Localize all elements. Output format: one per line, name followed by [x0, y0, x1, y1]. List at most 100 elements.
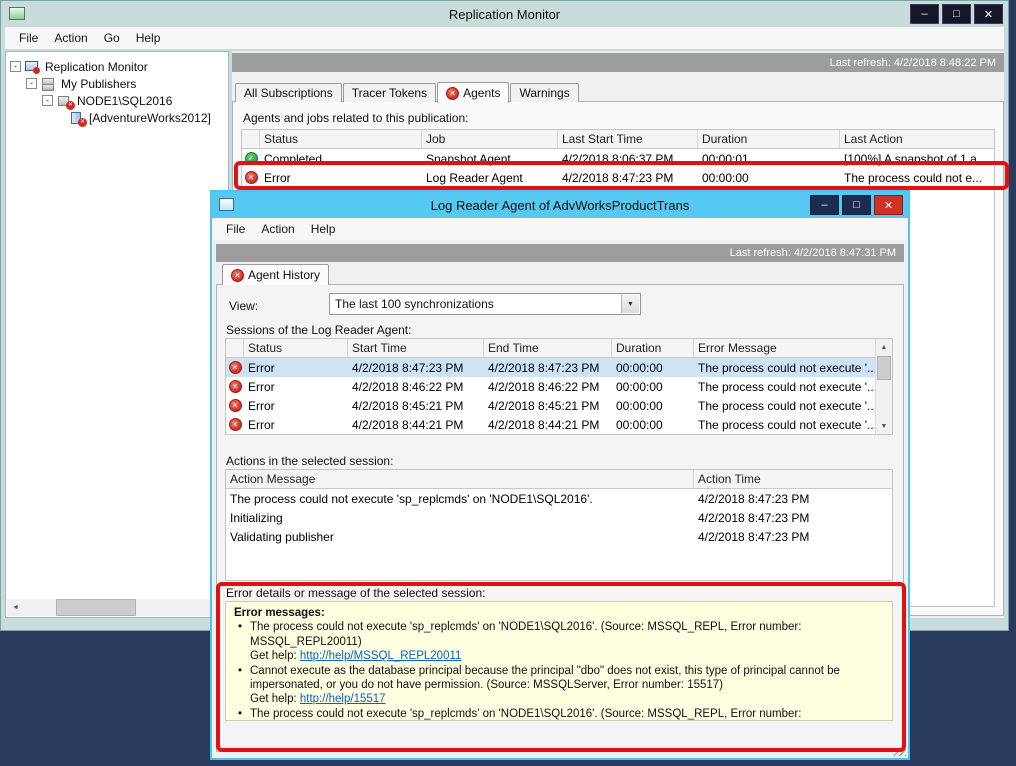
view-combobox-value: The last 100 synchronizations: [335, 297, 494, 311]
cell-error-message: The process could not execute '...: [694, 415, 875, 434]
agent-tabstrip: ✕ Agent History: [222, 263, 329, 284]
tree-expander-icon[interactable]: -: [10, 61, 21, 72]
agent-refresh-bar: Last refresh: 4/2/2018 8:47:31 PM: [216, 244, 904, 262]
column-header-icon[interactable]: [242, 130, 260, 148]
tree-expander-icon[interactable]: -: [42, 95, 53, 106]
error-badge-icon: ✕: [66, 101, 75, 110]
column-header-start-time[interactable]: Start Time: [348, 339, 484, 357]
action-row[interactable]: The process could not execute 'sp_replcm…: [226, 489, 892, 508]
tree-horizontal-scrollbar[interactable]: ◄ ►: [7, 599, 227, 616]
cell-end-time: 4/2/2018 8:47:23 PM: [484, 358, 612, 377]
column-header-action-time[interactable]: Action Time: [694, 470, 892, 488]
agent-row-snapshot[interactable]: ✓ Completed Snapshot Agent 4/2/2018 8:06…: [242, 149, 994, 168]
column-header-action-message[interactable]: Action Message: [226, 470, 694, 488]
cell-action-message: Initializing: [226, 508, 694, 527]
tree-expander-icon[interactable]: -: [26, 78, 37, 89]
help-link[interactable]: http://help/15517: [300, 693, 386, 705]
cell-duration: 00:00:00: [612, 358, 694, 377]
agent-row-log-reader[interactable]: ✕ Error Log Reader Agent 4/2/2018 8:47:2…: [242, 168, 994, 187]
menu-file[interactable]: File: [11, 29, 46, 47]
sessions-vertical-scrollbar[interactable]: ▲ ▼: [875, 339, 892, 434]
maximize-button[interactable]: □: [842, 195, 871, 215]
minimize-button[interactable]: –: [810, 195, 839, 215]
maximize-button[interactable]: □: [942, 4, 971, 24]
scroll-up-icon[interactable]: ▲: [876, 339, 892, 355]
tab-label: Agent History: [248, 268, 320, 282]
publishers-icon: [41, 77, 57, 91]
actions-grid-header: Action Message Action Time: [226, 470, 892, 489]
tree-item-adventureworks2012[interactable]: ✕ [AdventureWorks2012]: [6, 109, 228, 126]
agent-window-icon: [219, 198, 234, 211]
menu-go[interactable]: Go: [96, 29, 128, 47]
agent-window-title: Log Reader Agent of AdvWorksProductTrans: [431, 198, 690, 213]
status-cell-icon: ✓: [242, 149, 260, 168]
menu-action[interactable]: Action: [253, 220, 302, 238]
server-error-icon: ✕: [57, 94, 73, 108]
scrollbar-thumb[interactable]: [56, 599, 136, 616]
cell-duration: 00:00:00: [612, 415, 694, 434]
tab-agent-history[interactable]: ✕ Agent History: [222, 264, 329, 285]
completed-status-icon: ✓: [245, 152, 258, 165]
session-row[interactable]: ✕ Error 4/2/2018 8:45:21 PM 4/2/2018 8:4…: [226, 396, 875, 415]
status-cell-icon: ✕: [226, 358, 244, 377]
column-header-error-message[interactable]: Error Message: [694, 339, 875, 357]
cell-end-time: 4/2/2018 8:46:22 PM: [484, 377, 612, 396]
menu-help[interactable]: Help: [303, 220, 344, 238]
cell-error-message: The process could not execute '...: [694, 377, 875, 396]
help-link[interactable]: http://help/MSSQL_REPL20011: [300, 650, 462, 662]
cell-start-time: 4/2/2018 8:45:21 PM: [348, 396, 484, 415]
chevron-down-icon: ▼: [621, 295, 639, 313]
status-cell-icon: ✕: [226, 396, 244, 415]
error-message-item: • The process could not execute 'sp_repl…: [230, 620, 884, 663]
tree-item-node1-sql2016[interactable]: - ✕ NODE1\SQL2016: [6, 92, 228, 109]
sessions-grid-header: Status Start Time End Time Duration Erro…: [226, 339, 875, 358]
tab-agents[interactable]: ✕ Agents: [437, 82, 509, 103]
main-tabstrip: All Subscriptions Tracer Tokens ✕ Agents…: [235, 81, 579, 102]
close-button[interactable]: ✕: [874, 195, 903, 215]
agent-titlebar: Log Reader Agent of AdvWorksProductTrans…: [212, 192, 908, 218]
menu-action[interactable]: Action: [46, 29, 95, 47]
get-help-label: Get help:: [250, 650, 300, 662]
tab-warnings[interactable]: Warnings: [510, 83, 578, 102]
session-row[interactable]: ✕ Error 4/2/2018 8:47:23 PM 4/2/2018 8:4…: [226, 358, 875, 377]
column-header-last-start-time[interactable]: Last Start Time: [558, 130, 698, 148]
scrollbar-track[interactable]: [24, 599, 210, 616]
column-header-status[interactable]: Status: [244, 339, 348, 357]
menu-help[interactable]: Help: [128, 29, 169, 47]
tree-item-label: [AdventureWorks2012]: [89, 111, 211, 125]
status-cell-icon: ✕: [242, 168, 260, 187]
scroll-down-icon[interactable]: ▼: [876, 418, 892, 434]
column-header-job[interactable]: Job: [422, 130, 558, 148]
error-details-panel: Error messages: • The process could not …: [225, 601, 893, 721]
cell-duration: 00:00:00: [612, 396, 694, 415]
column-header-status[interactable]: Status: [260, 130, 422, 148]
session-row[interactable]: ✕ Error 4/2/2018 8:46:22 PM 4/2/2018 8:4…: [226, 377, 875, 396]
column-header-duration[interactable]: Duration: [698, 130, 840, 148]
cell-job: Log Reader Agent: [422, 168, 558, 187]
cell-status: Completed: [260, 149, 422, 168]
column-header-end-time[interactable]: End Time: [484, 339, 612, 357]
view-combobox[interactable]: The last 100 synchronizations ▼: [329, 293, 641, 315]
tab-label: Tracer Tokens: [352, 86, 427, 100]
view-label: View:: [229, 299, 258, 313]
cell-status: Error: [244, 415, 348, 434]
column-header-last-action[interactable]: Last Action: [840, 130, 994, 148]
session-row[interactable]: ✕ Error 4/2/2018 8:44:21 PM 4/2/2018 8:4…: [226, 415, 875, 434]
tree-item-replication-monitor[interactable]: - Replication Monitor: [6, 58, 228, 75]
menu-file[interactable]: File: [218, 220, 253, 238]
scroll-left-icon[interactable]: ◄: [7, 599, 24, 616]
column-header-duration[interactable]: Duration: [612, 339, 694, 357]
minimize-button[interactable]: –: [910, 4, 939, 24]
tab-all-subscriptions[interactable]: All Subscriptions: [235, 83, 342, 102]
action-row[interactable]: Validating publisher 4/2/2018 8:47:23 PM: [226, 527, 892, 546]
column-header-icon[interactable]: [226, 339, 244, 357]
cell-duration: 00:00:00: [612, 377, 694, 396]
error-status-icon: ✕: [231, 269, 244, 282]
cell-start-time: 4/2/2018 8:46:22 PM: [348, 377, 484, 396]
scrollbar-thumb[interactable]: [877, 356, 891, 380]
error-status-icon: ✕: [229, 399, 242, 412]
action-row[interactable]: Initializing 4/2/2018 8:47:23 PM: [226, 508, 892, 527]
tab-tracer-tokens[interactable]: Tracer Tokens: [343, 83, 436, 102]
tree-item-my-publishers[interactable]: - My Publishers: [6, 75, 228, 92]
close-button[interactable]: ✕: [974, 4, 1003, 24]
